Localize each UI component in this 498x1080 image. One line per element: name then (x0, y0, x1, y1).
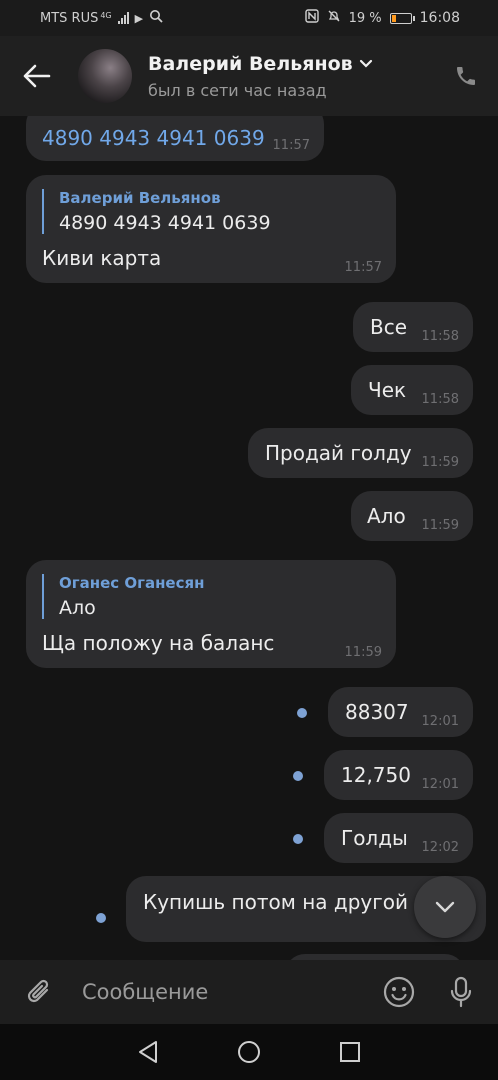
message-time: 11:59 (421, 455, 459, 470)
carrier-label: MTS RUS (40, 10, 99, 26)
status-left: MTS RUS 4G ▶ (0, 9, 163, 27)
quote-text: Ало (59, 597, 96, 619)
message-bubble-incoming[interactable]: 4890 4943 4941 0639 11:57 (26, 116, 324, 161)
emoji-button[interactable] (374, 976, 424, 1008)
message-time: 12:02 (421, 840, 459, 855)
paperclip-icon (27, 979, 49, 1003)
message-text: Ало (367, 504, 406, 528)
microphone-icon (450, 976, 472, 1008)
contact-name: Валерий Вельянов (148, 52, 353, 75)
message-text: Чек (368, 378, 407, 402)
unread-indicator (293, 834, 303, 844)
message-bubble-outgoing[interactable]: Голды 12:02 (324, 813, 473, 863)
chevron-down-icon (359, 59, 372, 68)
message-bubble-incoming[interactable]: Оганес Оганесян Ало Ща положу на баланс … (26, 560, 396, 668)
reply-quote[interactable]: Оганес Оганесян Ало (42, 574, 205, 619)
nav-home-icon[interactable] (237, 1040, 261, 1064)
emoji-icon (383, 976, 415, 1008)
reply-quote[interactable]: Валерий Вельянов 4890 4943 4941 0639 (42, 189, 271, 234)
message-composer (0, 960, 498, 1024)
message-text: Голды (341, 826, 408, 850)
nav-back-icon[interactable] (137, 1040, 159, 1064)
contact-status: был в сети час назад (148, 80, 327, 100)
message-bubble-outgoing[interactable]: 12,750 12:01 (324, 750, 473, 800)
message-bubble-outgoing[interactable]: 88307 12:01 (328, 687, 473, 737)
status-right: 19 % 16:08 (304, 9, 498, 27)
message-bubble-outgoing[interactable]: Продай голду 11:59 (248, 428, 473, 478)
nav-recents-icon[interactable] (339, 1041, 361, 1063)
message-text: Продай голду (265, 441, 412, 465)
message-time: 11:59 (344, 645, 382, 660)
message-time: 11:58 (421, 329, 459, 344)
message-text: Купишь потом на другой а (143, 890, 427, 914)
status-bar: MTS RUS 4G ▶ 19 % 16:08 (0, 0, 498, 36)
back-arrow-icon (23, 64, 51, 88)
message-bubble-outgoing[interactable]: Чек 11:58 (351, 365, 473, 415)
message-text: 12,750 (341, 763, 411, 787)
message-time: 11:59 (421, 518, 459, 533)
message-text: Ща положу на баланс (42, 631, 275, 655)
call-button[interactable] (434, 36, 498, 116)
message-bubble-outgoing[interactable]: Все 11:58 (353, 302, 473, 352)
back-button[interactable] (0, 36, 74, 116)
unread-indicator (96, 913, 106, 923)
message-time: 11:57 (344, 260, 382, 275)
message-bubble-outgoing[interactable]: Ало 11:59 (351, 491, 473, 541)
quote-author: Оганес Оганесян (59, 574, 205, 592)
chat-header: Валерий Вельянов был в сети час назад (0, 36, 498, 117)
message-time: 11:57 (272, 138, 310, 153)
chevron-down-icon (435, 901, 455, 913)
voice-message-button[interactable] (424, 976, 498, 1008)
message-time: 11:58 (421, 392, 459, 407)
message-text: Киви карта (42, 246, 162, 270)
battery-percent: 19 % (348, 10, 382, 26)
scroll-to-bottom-button[interactable] (414, 876, 476, 938)
message-text: Все (370, 315, 408, 339)
quote-text: 4890 4943 4941 0639 (59, 212, 271, 234)
signal-icon (117, 12, 129, 24)
message-text[interactable]: 4890 4943 4941 0639 (42, 126, 265, 150)
play-icon: ▶ (134, 11, 144, 25)
avatar[interactable] (78, 49, 132, 103)
message-bubble-incoming[interactable]: Валерий Вельянов 4890 4943 4941 0639 Кив… (26, 175, 396, 283)
system-navigation-bar (0, 1024, 498, 1080)
phone-icon (457, 67, 475, 85)
network-type: 4G (100, 10, 112, 20)
message-text: 88307 (345, 700, 409, 724)
nfc-icon (304, 9, 319, 27)
clock: 16:08 (419, 10, 460, 26)
attach-button[interactable] (0, 976, 80, 1008)
message-input[interactable] (80, 979, 374, 1005)
battery-icon (389, 12, 415, 24)
search-icon (149, 9, 163, 27)
unread-indicator (297, 708, 307, 718)
unread-indicator (293, 771, 303, 781)
mute-icon (327, 9, 341, 27)
message-time: 12:01 (421, 777, 459, 792)
message-list[interactable]: 4890 4943 4941 0639 11:57 Валерий Вельян… (0, 116, 498, 960)
contact-info[interactable]: Валерий Вельянов был в сети час назад (148, 53, 434, 100)
quote-author: Валерий Вельянов (59, 189, 221, 207)
message-time: 12:01 (421, 714, 459, 729)
